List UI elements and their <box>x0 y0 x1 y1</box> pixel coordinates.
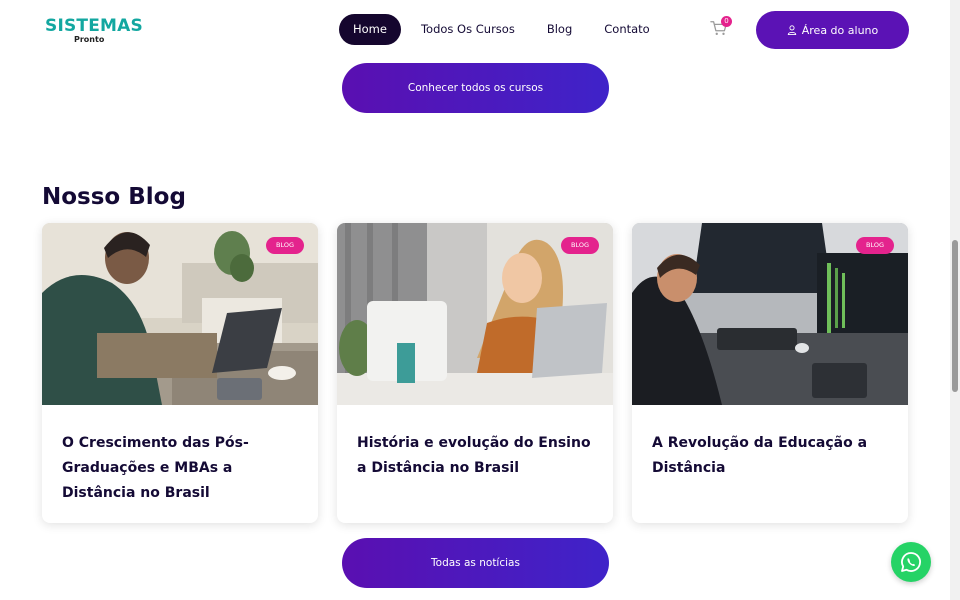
nav-item-contact[interactable]: Contato <box>591 14 662 45</box>
all-news-button[interactable]: Todas as notícias <box>342 538 609 588</box>
student-area-label: Área do aluno <box>801 23 879 37</box>
whatsapp-button[interactable] <box>891 542 931 582</box>
blog-post-title[interactable]: História e evolução do Ensino a Distânci… <box>357 431 597 481</box>
blog-card[interactable]: BLOG O Crescimento das Pós-Graduações e … <box>42 223 318 523</box>
blog-card[interactable]: BLOG História e evolução do Ensino a Dis… <box>337 223 613 523</box>
student-area-button[interactable]: Área do aluno <box>756 11 909 49</box>
logo-name: SISTEMAS <box>45 16 143 36</box>
blog-post-title[interactable]: O Crescimento das Pós-Graduações e MBAs … <box>62 431 302 506</box>
whatsapp-icon <box>901 552 921 572</box>
nav-item-blog[interactable]: Blog <box>534 14 585 45</box>
blog-post-title[interactable]: A Revolução da Educação a Distância <box>652 431 892 481</box>
blog-card[interactable]: BLOG A Revolução da Educação a Distância <box>632 223 908 523</box>
page-scrollbar[interactable] <box>950 0 960 600</box>
scrollbar-thumb[interactable] <box>952 240 958 392</box>
category-badge: BLOG <box>855 237 894 254</box>
main-nav: Home Todos Os Cursos Blog Contato <box>339 14 663 45</box>
user-icon <box>787 25 796 35</box>
all-courses-button[interactable]: Conhecer todos os cursos <box>342 63 609 113</box>
cart-count-badge: 0 <box>721 16 732 27</box>
category-badge: BLOG <box>265 237 304 254</box>
nav-item-courses[interactable]: Todos Os Cursos <box>408 14 528 45</box>
blog-section-title: Nosso Blog <box>42 184 186 210</box>
category-badge: BLOG <box>560 237 599 254</box>
site-header: SISTEMAS Pronto Home Todos Os Cursos Blo… <box>0 0 950 60</box>
logo-tagline: Pronto <box>74 35 105 44</box>
logo[interactable]: SISTEMAS Pronto <box>45 16 143 44</box>
nav-item-home[interactable]: Home <box>339 14 401 45</box>
